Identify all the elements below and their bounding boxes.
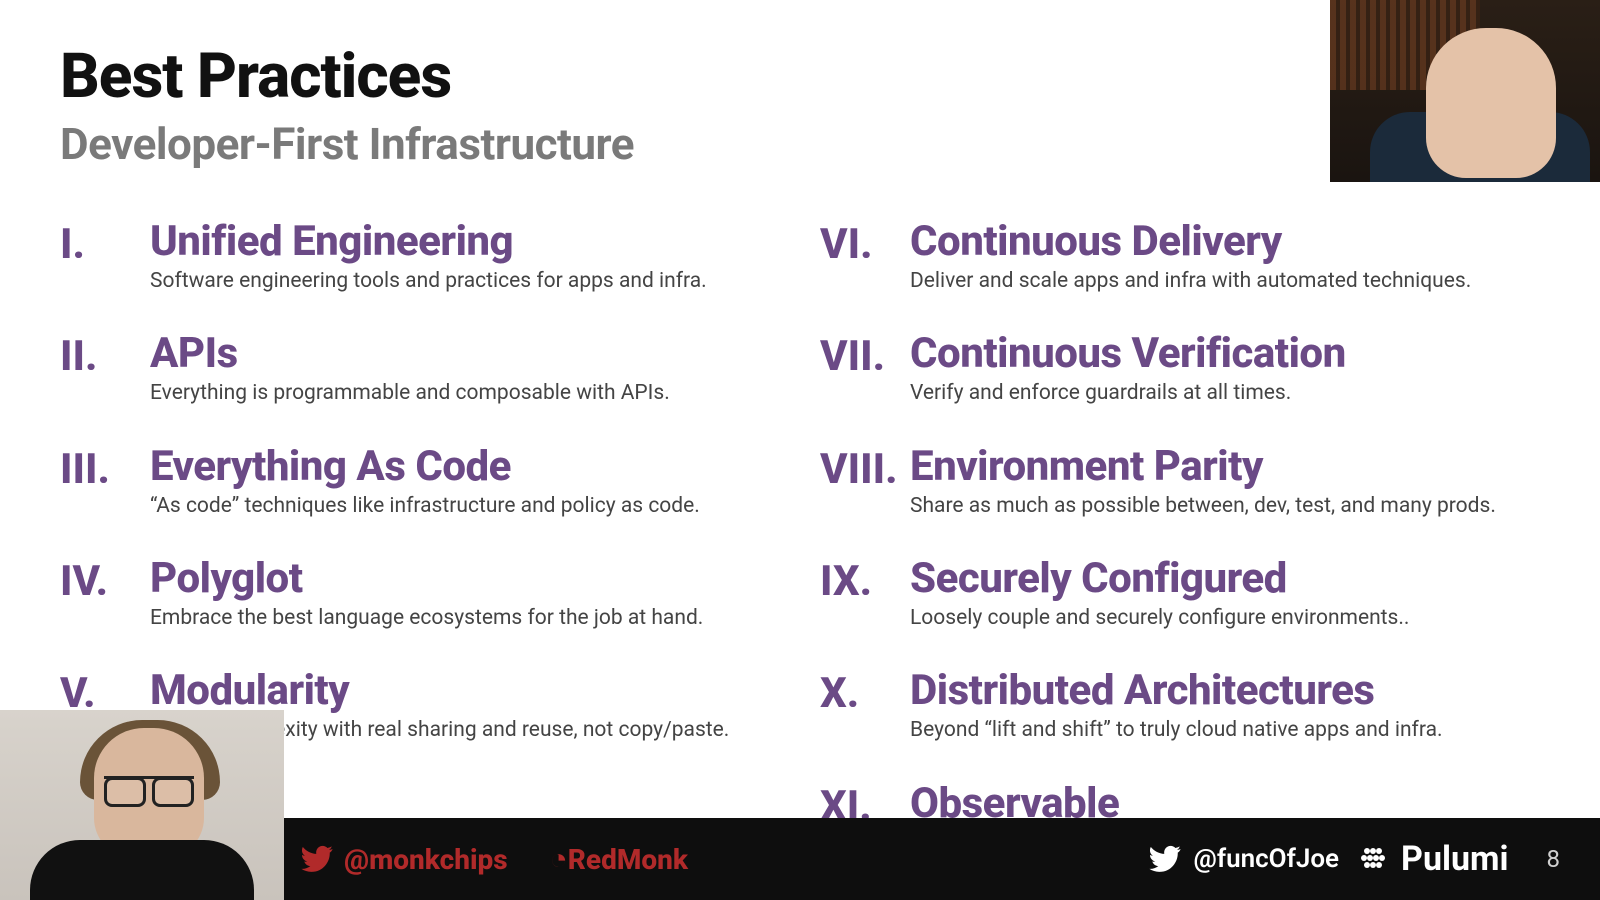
item-number: X. — [820, 669, 910, 718]
item-desc: Share as much as possible between, dev, … — [910, 493, 1550, 519]
left-brand-text: RedMonk — [568, 843, 688, 876]
list-item: IX.Securely Configured Loosely couple and… — [820, 557, 1550, 631]
item-heading: Continuous Delivery — [910, 220, 1550, 264]
slide-subtitle: Developer-First Infrastructure — [60, 118, 634, 170]
webcam-top-right — [1330, 0, 1600, 182]
item-heading: APIs — [150, 332, 790, 376]
item-number: II. — [60, 332, 150, 381]
item-heading: Everything As Code — [150, 445, 790, 489]
item-number: IX. — [820, 557, 910, 606]
list-item: IV.Polyglot Embrace the best language eco… — [60, 557, 790, 631]
item-number: I. — [60, 220, 150, 269]
item-desc: Loosely couple and securely configure en… — [910, 605, 1550, 631]
footer-brand-left: ◔RedMonk — [550, 842, 688, 877]
item-desc: Verify and enforce guardrails at all tim… — [910, 380, 1550, 406]
pulumi-icon — [1357, 843, 1389, 875]
list-item: X.Distributed Architectures Beyond “lift … — [820, 669, 1550, 743]
item-desc: Beyond “lift and shift” to truly cloud n… — [910, 717, 1550, 743]
item-desc: “As code” techniques like infrastructure… — [150, 493, 790, 519]
list-item: VIII.Environment Parity Share as much as … — [820, 445, 1550, 519]
item-heading: Modularity — [150, 669, 790, 713]
twitter-icon — [1148, 842, 1182, 876]
list-item: I.Unified Engineering Software engineerin… — [60, 220, 790, 294]
slide-title: Best Practices — [60, 40, 451, 113]
item-number: VI. — [820, 220, 910, 269]
twitter-handle-right: @funcOfJoe — [1148, 842, 1340, 876]
list-item: II.APIs Everything is programmable and co… — [60, 332, 790, 406]
item-number: VIII. — [820, 445, 910, 494]
item-desc: Software engineering tools and practices… — [150, 268, 790, 294]
slide: Best Practices Developer-First Infrastru… — [0, 0, 1600, 900]
twitter-icon — [300, 842, 334, 876]
list-item: VII.Continuous Verification Verify and en… — [820, 332, 1550, 406]
item-number: IV. — [60, 557, 150, 606]
webcam-bottom-left — [0, 710, 284, 900]
footer-brand-right: Pulumi — [1357, 839, 1508, 879]
item-heading: Continuous Verification — [910, 332, 1550, 376]
page-number: 8 — [1547, 845, 1561, 873]
list-item: VI.Continuous Delivery Deliver and scale … — [820, 220, 1550, 294]
item-heading: Polyglot — [150, 557, 790, 601]
left-handle-text: @monkchips — [344, 843, 508, 876]
list-item: III.Everything As Code “As code” techniqu… — [60, 445, 790, 519]
item-heading: Unified Engineering — [150, 220, 790, 264]
twitter-handle-left: @monkchips — [300, 842, 508, 876]
footer-left: @monkchips ◔RedMonk — [300, 842, 688, 877]
item-number: VII. — [820, 332, 910, 381]
item-heading: Securely Configured — [910, 557, 1550, 601]
item-heading: Distributed Architectures — [910, 669, 1550, 713]
right-handle-text: @funcOfJoe — [1194, 844, 1340, 874]
item-number: III. — [60, 445, 150, 494]
item-desc: Everything is programmable and composabl… — [150, 380, 790, 406]
item-desc: Embrace the best language ecosystems for… — [150, 605, 790, 631]
right-brand-text: Pulumi — [1401, 839, 1508, 879]
item-desc: Deliver and scale apps and infra with au… — [910, 268, 1550, 294]
item-heading: Environment Parity — [910, 445, 1550, 489]
right-column: VI.Continuous Delivery Deliver and scale … — [820, 220, 1550, 900]
footer-right: @funcOfJoe Pulumi 8 — [1148, 839, 1560, 879]
